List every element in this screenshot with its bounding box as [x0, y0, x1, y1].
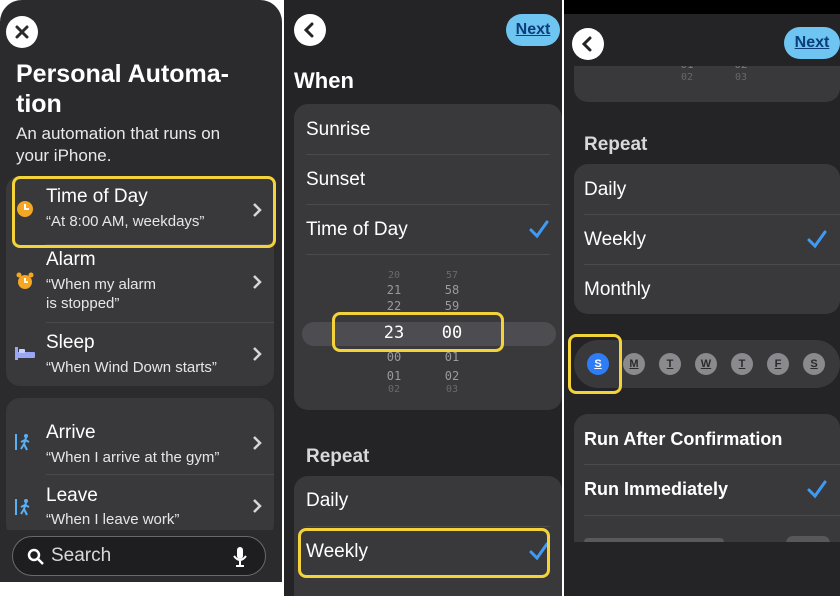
hour-value: 02 [680, 72, 694, 83]
repeat-monthly[interactable]: Monthly [574, 265, 840, 314]
page-title-line2: tion [16, 90, 62, 118]
run-options-group: Run After Confirmation Run Immediately [574, 414, 840, 542]
checkmark-icon [807, 230, 827, 249]
page-subtitle-line2: your iPhone. [16, 146, 112, 165]
minute-value: 02 [444, 369, 460, 383]
weekday-saturday[interactable]: S [803, 353, 825, 375]
location-triggers-group: Arrive “When I arrive at the gym” Leave … [6, 398, 274, 538]
when-options-group: Sunrise Sunset Time of Day [294, 104, 562, 410]
minute-value: 58 [444, 283, 460, 297]
repeat-title: Repeat [306, 446, 370, 467]
repeat-label: Daily [584, 179, 627, 200]
run-option-label: Run Immediately [584, 479, 729, 499]
chevron-left-icon [581, 36, 592, 52]
option-label: Time of Day [306, 219, 408, 240]
hour-value: 20 [387, 270, 401, 281]
section-title: When [294, 68, 354, 93]
minute-value: 01 [444, 350, 460, 364]
top-bar [564, 0, 840, 14]
option-label: Sunset [306, 169, 366, 190]
highlight-box [298, 528, 550, 578]
hour-value: 01 [386, 369, 402, 383]
repeat-panel: 01 02 02 03 Next Repeat Daily Weekly Mon… [564, 0, 840, 596]
weekday-tuesday[interactable]: T [659, 353, 681, 375]
trigger-title: Leave [46, 485, 98, 506]
trigger-subtitle-line2: is stopped” [46, 295, 120, 312]
repeat-daily[interactable]: Daily [294, 476, 562, 526]
trigger-subtitle: “When I arrive at the gym” [46, 449, 220, 466]
trigger-title: Alarm [46, 249, 96, 270]
notify-row-partial [574, 516, 840, 542]
run-immediately[interactable]: Run Immediately [574, 465, 840, 515]
trigger-leave[interactable]: Leave “When I leave work” [6, 475, 274, 538]
close-icon [15, 25, 29, 39]
hour-value: 02 [387, 384, 401, 395]
search-placeholder: Search [51, 545, 112, 566]
search-input[interactable]: Search [12, 536, 266, 576]
weekday-wednesday[interactable]: W [695, 353, 717, 375]
hour-value: 21 [386, 283, 402, 297]
run-option-label: Run After Confirmation [584, 429, 783, 449]
nav-bar: Next [564, 14, 840, 66]
trigger-title: Sleep [46, 332, 95, 353]
repeat-group: Daily Weekly Monthly [574, 164, 840, 314]
next-button[interactable]: Next [506, 14, 560, 46]
back-button[interactable] [294, 14, 326, 46]
divider [306, 254, 550, 255]
trigger-subtitle: “When Wind Down starts” [46, 359, 217, 376]
hour-value: 22 [386, 299, 402, 313]
alarm-clock-icon [16, 272, 34, 289]
highlight-box [332, 312, 504, 352]
page-subtitle-line1: An automation that runs on [16, 124, 221, 143]
minute-value: 59 [444, 299, 460, 313]
trigger-alarm[interactable]: Alarm “When my alarm is stopped” [6, 245, 274, 321]
bed-icon [15, 347, 35, 360]
option-sunrise[interactable]: Sunrise [294, 104, 562, 154]
chevron-left-icon [303, 22, 314, 38]
highlight-box [12, 176, 276, 248]
repeat-weekly[interactable]: Weekly [574, 215, 840, 264]
trigger-title: Arrive [46, 422, 96, 443]
page-title-line1: Personal Automa- [16, 60, 230, 88]
option-label: Sunrise [306, 119, 371, 140]
personal-automation-panel: Personal Automa- tion An automation that… [0, 0, 282, 582]
back-button[interactable] [572, 28, 604, 60]
option-time-of-day[interactable]: Time of Day [294, 205, 562, 254]
option-sunset[interactable]: Sunset [294, 155, 562, 204]
trigger-subtitle: “When I leave work” [46, 511, 180, 528]
search-icon [27, 548, 44, 565]
when-panel: Next When Sunrise Sunset Time of Day 20 … [284, 0, 562, 596]
arrive-walk-icon [15, 434, 30, 451]
chevron-right-icon [253, 436, 262, 450]
minute-value: 03 [734, 72, 748, 83]
repeat-title: Repeat [584, 134, 648, 155]
chevron-right-icon [253, 499, 262, 513]
checkmark-icon [807, 480, 827, 499]
search-bar-area: Search [0, 530, 282, 582]
chevron-right-icon [253, 347, 262, 361]
microphone-icon[interactable] [233, 546, 247, 568]
trigger-sleep[interactable]: Sleep “When Wind Down starts” [6, 323, 274, 386]
hour-value: 00 [386, 350, 402, 364]
minute-value: 03 [445, 384, 459, 395]
highlight-box [568, 334, 622, 394]
chevron-right-icon [253, 275, 262, 289]
run-after-confirmation[interactable]: Run After Confirmation [574, 414, 840, 464]
trigger-arrive[interactable]: Arrive “When I arrive at the gym” [6, 398, 274, 474]
checkmark-icon [529, 220, 549, 239]
repeat-label: Monthly [584, 279, 651, 300]
weekday-friday[interactable]: F [767, 353, 789, 375]
weekday-monday[interactable]: M [623, 353, 645, 375]
repeat-label: Weekly [584, 229, 646, 250]
close-button[interactable] [6, 16, 38, 48]
bottom-area [564, 542, 840, 596]
minute-value: 57 [445, 270, 459, 281]
next-button[interactable]: Next [784, 27, 840, 59]
trigger-subtitle-line1: “When my alarm [46, 276, 157, 293]
leave-walk-icon [15, 499, 30, 516]
repeat-label: Daily [306, 490, 349, 511]
weekday-thursday[interactable]: T [731, 353, 753, 375]
repeat-daily[interactable]: Daily [574, 164, 840, 214]
